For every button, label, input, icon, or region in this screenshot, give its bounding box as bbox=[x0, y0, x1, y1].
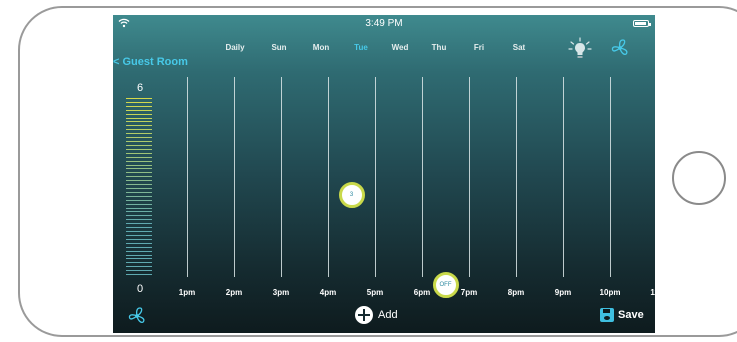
level-stripe bbox=[126, 199, 152, 201]
level-stripe bbox=[126, 160, 152, 162]
level-stripe bbox=[126, 148, 152, 150]
fan-icon[interactable] bbox=[127, 306, 147, 326]
hour-gridline bbox=[469, 77, 470, 277]
add-icon bbox=[355, 306, 373, 324]
day-tab-daily[interactable]: Daily bbox=[225, 43, 244, 52]
back-button[interactable]: < Guest Room bbox=[113, 56, 188, 68]
status-time: 3:49 PM bbox=[365, 18, 403, 29]
level-stripe bbox=[126, 137, 152, 139]
level-stripe bbox=[126, 109, 152, 111]
battery-icon bbox=[633, 20, 651, 27]
level-stripe bbox=[126, 164, 152, 166]
level-stripe bbox=[126, 262, 152, 264]
schedule-marker[interactable]: 3 bbox=[338, 182, 365, 208]
hour-label: 4pm bbox=[319, 288, 337, 297]
level-stripe bbox=[126, 156, 152, 158]
hour-label: 10pm bbox=[599, 288, 621, 297]
level-stripe bbox=[126, 141, 152, 143]
hour-label: 6pm bbox=[413, 288, 431, 297]
level-stripe bbox=[126, 231, 152, 233]
level-stripe bbox=[126, 203, 152, 205]
day-tab-wed[interactable]: Wed bbox=[392, 43, 409, 52]
level-stripe bbox=[126, 144, 152, 146]
hour-label: 1pm bbox=[178, 288, 196, 297]
hour-gridline bbox=[610, 77, 611, 277]
level-stripe bbox=[126, 215, 152, 217]
level-stripe bbox=[126, 188, 152, 189]
level-stripe bbox=[126, 211, 152, 213]
level-stripe bbox=[126, 238, 152, 240]
hour-gridline bbox=[516, 77, 517, 277]
hour-label: 8pm bbox=[507, 288, 525, 297]
hour-label: 11p bbox=[650, 288, 655, 297]
level-stripe bbox=[126, 117, 152, 119]
day-tab-thu[interactable]: Thu bbox=[432, 43, 447, 52]
level-stripe bbox=[126, 125, 152, 127]
level-stripe bbox=[126, 254, 152, 256]
hour-label: 5pm bbox=[366, 288, 384, 297]
add-button[interactable]: Add bbox=[355, 305, 398, 325]
level-stripe bbox=[126, 105, 152, 107]
fan-icon[interactable] bbox=[610, 38, 630, 58]
level-stripe bbox=[126, 234, 152, 236]
save-button[interactable]: Save bbox=[600, 307, 644, 323]
schedule-marker[interactable]: OFF bbox=[432, 272, 459, 298]
hour-label: 3pm bbox=[272, 288, 290, 297]
level-max-label: 6 bbox=[136, 82, 144, 94]
day-tab-tue[interactable]: Tue bbox=[354, 43, 368, 52]
level-stripe bbox=[126, 133, 152, 135]
level-stripe bbox=[126, 113, 152, 115]
day-tab-sat[interactable]: Sat bbox=[513, 43, 525, 52]
hour-label: 9pm bbox=[554, 288, 572, 297]
app-screen: 3:49 PM Daily Sun Mon Tue Wed Thu Fri Sat < Gue… bbox=[113, 15, 655, 333]
level-scale-bar bbox=[126, 98, 152, 278]
level-min-label: 0 bbox=[136, 283, 144, 295]
level-stripe bbox=[126, 274, 152, 276]
level-stripe bbox=[126, 270, 152, 272]
save-icon bbox=[600, 308, 614, 322]
day-tab-mon[interactable]: Mon bbox=[313, 43, 329, 52]
level-stripe bbox=[126, 121, 152, 123]
level-stripe bbox=[126, 250, 152, 252]
level-stripe bbox=[126, 172, 152, 174]
hour-gridline bbox=[187, 77, 188, 277]
level-stripe bbox=[126, 266, 152, 268]
level-stripe bbox=[126, 227, 152, 229]
level-stripe bbox=[126, 184, 152, 186]
hour-label: 7pm bbox=[460, 288, 478, 297]
hour-label: 2pm bbox=[225, 288, 243, 297]
level-stripe bbox=[126, 219, 152, 221]
level-stripe bbox=[126, 129, 152, 131]
level-stripe bbox=[126, 176, 152, 178]
hour-gridline bbox=[281, 77, 282, 277]
level-stripe bbox=[126, 180, 152, 182]
day-tab-sun[interactable]: Sun bbox=[271, 43, 286, 52]
level-stripe bbox=[126, 98, 152, 99]
level-stripe bbox=[126, 258, 152, 260]
level-stripe bbox=[126, 101, 152, 103]
level-stripe bbox=[126, 195, 152, 197]
level-stripe bbox=[126, 242, 152, 244]
hour-gridline bbox=[234, 77, 235, 277]
home-button[interactable] bbox=[672, 151, 726, 205]
hour-gridline bbox=[375, 77, 376, 277]
save-label: Save bbox=[618, 309, 644, 321]
hour-gridline bbox=[422, 77, 423, 277]
hour-gridline bbox=[563, 77, 564, 277]
add-label: Add bbox=[378, 309, 398, 321]
level-stripe bbox=[126, 191, 152, 193]
level-stripe bbox=[126, 207, 152, 209]
level-stripe bbox=[126, 168, 152, 170]
hour-gridline bbox=[328, 77, 329, 277]
level-stripe bbox=[126, 152, 152, 154]
light-bulb-icon[interactable] bbox=[568, 37, 592, 61]
status-bar: 3:49 PM bbox=[113, 15, 655, 31]
day-tab-fri[interactable]: Fri bbox=[474, 43, 484, 52]
level-stripe bbox=[126, 246, 152, 248]
level-stripe bbox=[126, 223, 152, 225]
